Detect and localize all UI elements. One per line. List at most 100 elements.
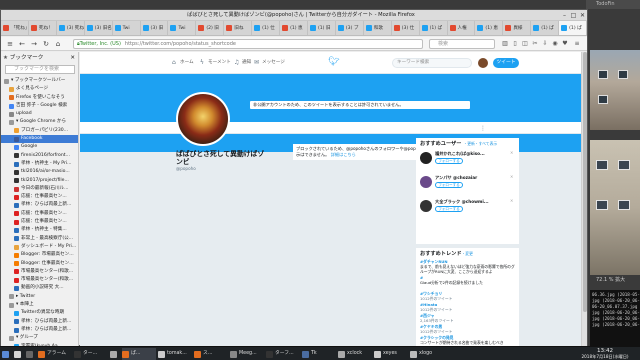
suggested-user-name[interactable]: 大全ブラック @chowmi... [435, 199, 517, 205]
bookmark-item[interactable]: 非常上 - 最高検察庁(公... [1, 235, 78, 243]
browser-tab[interactable]: (3) 死ね [57, 21, 85, 35]
bookmark-item[interactable]: tkl2016/ai/or-masio... [1, 168, 78, 176]
browser-tab[interactable]: (1) ぱ [531, 21, 560, 35]
download-icon[interactable]: ⇩ [541, 40, 549, 48]
bookmark-item[interactable]: ▾ 本陣上 [1, 301, 78, 309]
nav-home[interactable]: ⌂ ホーム [172, 58, 194, 68]
taskbar-item[interactable]: Meeg... [230, 348, 264, 360]
browser-tab[interactable]: (3) 仕 [392, 21, 420, 35]
scrollbar-thumb[interactable] [583, 52, 587, 312]
taskbar-item[interactable]: アラーム [38, 348, 72, 360]
browser-tab[interactable]: Twi [168, 21, 197, 35]
clock[interactable]: 13:42 2018年7月18日(水曜日) [572, 348, 638, 360]
browser-tab[interactable]: 人権 [448, 21, 476, 35]
screenshot-icon[interactable]: ✂ [531, 40, 539, 48]
follow-button[interactable]: フォローする [435, 182, 463, 188]
bookmark-item[interactable]: Firefox を使いこなそう [1, 94, 78, 102]
taskbar-item[interactable] [2, 348, 12, 360]
trend-item[interactable]: #ダチャンRUN まるで、前も見えないほど強力な豪雨の影響で各所のグループがRUN… [420, 259, 516, 274]
window-titlebar[interactable]: ぱばびとさ死して異動けばゾンビ(@popoho)さん | Twitterから自分… [1, 10, 587, 21]
library-icon[interactable]: ▥ [501, 40, 509, 48]
sidebar-icon[interactable]: ▯ [511, 40, 519, 48]
background-window-title[interactable]: TodoFin [586, 0, 640, 9]
bookmark-item[interactable]: 吉田 弥子 - Google 検索 [1, 102, 78, 110]
profile-name[interactable]: ぱばびとさ死して異動けばゾンビ [176, 150, 266, 166]
taskbar-item[interactable]: ぱ... [122, 348, 156, 360]
dismiss-icon[interactable]: ✕ [510, 150, 515, 155]
forward-icon[interactable]: → [29, 39, 39, 49]
browser-tab[interactable]: (1) 仕 [252, 21, 281, 35]
trend-item[interactable]: #西ジャ 2,163件のツイート [420, 313, 516, 323]
who-to-follow-links[interactable]: ・更新・すべて表示 [463, 141, 497, 146]
maximize-icon[interactable]: □ [570, 12, 577, 19]
bookmark-item[interactable]: ▾ グループ [1, 334, 78, 342]
minimize-icon[interactable]: – [561, 12, 568, 19]
bookmark-item[interactable]: 今日の最新報(石川ル... [1, 185, 78, 193]
bookmark-item[interactable]: 孝林：ひらば肉最上新... [1, 201, 78, 209]
close-icon[interactable]: ✕ [579, 12, 586, 19]
home-icon[interactable]: ⌂ [53, 39, 63, 49]
browser-tab[interactable]: (2) 旧 [196, 21, 225, 35]
bookmark-item[interactable]: よく見るページ [1, 85, 78, 93]
suggested-user-avatar[interactable] [420, 152, 432, 164]
bookmark-item[interactable]: 孝林 - 抗神主 - 特集... [1, 226, 78, 234]
bookmark-item[interactable]: ▸ Twitter [1, 293, 78, 301]
bookmark-item[interactable]: ダッシュボード - My Pri... [1, 243, 78, 251]
learn-more-link[interactable]: 詳細はこちら [331, 152, 356, 157]
browser-tab[interactable]: 「死ね」 [1, 21, 29, 35]
bookmark-item[interactable]: 孝林 - 抗神主 - My Pri... [1, 160, 78, 168]
browser-tab[interactable]: (3) ブ [336, 21, 364, 35]
profile-handle[interactable]: @popoho [176, 166, 256, 171]
suggested-user-name[interactable]: 福井かれこれ(ば@kiso... [435, 151, 517, 157]
taskbar-item[interactable]: ター... [74, 348, 108, 360]
nav-notifications[interactable]: ♫ 通知 [234, 58, 251, 68]
bookmark-item[interactable]: ▾ ブックマークツールバー [1, 77, 78, 85]
bookmark-item[interactable]: ブロガーパビリ(230... [1, 127, 78, 135]
bookmark-item[interactable]: upload [1, 110, 78, 118]
bookmark-item[interactable]: Blogger: 市場最高セン... [1, 251, 78, 259]
search-bar[interactable]: 検索 [429, 39, 495, 49]
taskbar-item[interactable]: xclock [338, 348, 372, 360]
overflow-menu-icon[interactable]: ≡ [573, 40, 581, 48]
back-icon[interactable]: ← [17, 39, 27, 49]
extension-icon[interactable]: ◉ [551, 40, 559, 48]
bookmark-item[interactable]: 孝林：ひらば肉最上新... [1, 318, 78, 326]
taskbar-item[interactable]: tomak... [158, 348, 192, 360]
bookmark-item[interactable]: 応援：仕事最高セン... [1, 210, 78, 218]
bookmark-item[interactable]: firenis2016/forfront... [1, 152, 78, 160]
suggested-user-avatar[interactable] [420, 200, 432, 212]
trends-change-link[interactable]: ・変更 [462, 251, 473, 256]
reload-icon[interactable]: ↻ [41, 39, 51, 49]
bookmark-item[interactable]: 動画的小説研究 大... [1, 284, 78, 292]
taskbar-item[interactable]: ターフ... [266, 348, 300, 360]
browser-tab[interactable]: (3) 旧 [141, 21, 169, 35]
bookmark-item[interactable]: Facebook [1, 135, 78, 144]
trend-item[interactable]: #ケヤキの男 1012件のツイート [420, 324, 516, 334]
suggested-user-name[interactable]: アンパサ @chozaiar [435, 175, 517, 181]
bookmark-item[interactable]: 応援：仕事最高セン... [1, 218, 78, 226]
url-bar[interactable]: 🔒︎Twitter, Inc. (US) https://twitter.com/… [73, 39, 423, 49]
browser-tab[interactable]: (1) 恵 [280, 21, 308, 35]
reader-icon[interactable]: ◫ [521, 40, 529, 48]
bookmark-search-input[interactable]: ブックマークを検索 [5, 65, 75, 74]
browser-tab[interactable]: 旧ね [224, 21, 253, 35]
trend-item[interactable]: # Glaud分析で2件の記録を続けました [420, 275, 516, 285]
bookmark-item[interactable]: 孝林：ひらば肉最上新... [1, 326, 78, 334]
taskbar-item[interactable]: Tk [302, 348, 336, 360]
bookmark-item[interactable]: 応援：仕事最高セン... [1, 193, 78, 201]
dismiss-icon[interactable]: ✕ [510, 198, 515, 203]
more-options-icon[interactable]: ⋮ [480, 125, 488, 132]
trend-item[interactable]: #クラシックの発見 コンサートが期待される名曲で発表を楽しむべき [420, 335, 516, 345]
browser-tab[interactable]: (1) ぱ [420, 21, 448, 35]
profile-avatar[interactable] [176, 92, 230, 146]
browser-tab[interactable]: 和歌 [364, 21, 392, 35]
close-sidebar-icon[interactable]: ✕ [70, 54, 75, 63]
taskbar-item[interactable] [26, 348, 36, 360]
taskbar-item[interactable] [110, 348, 120, 360]
menu-icon[interactable]: ≡ [5, 39, 15, 49]
sidebar-header[interactable]: ★ ブックマーク ✕ [3, 54, 77, 63]
browser-tab[interactable]: (1) 恵 [475, 21, 504, 35]
nav-messages[interactable]: ✉ メッセージ [254, 58, 285, 68]
follow-button[interactable]: フォローする [435, 206, 463, 212]
bookmark-item[interactable]: Google [1, 143, 78, 151]
